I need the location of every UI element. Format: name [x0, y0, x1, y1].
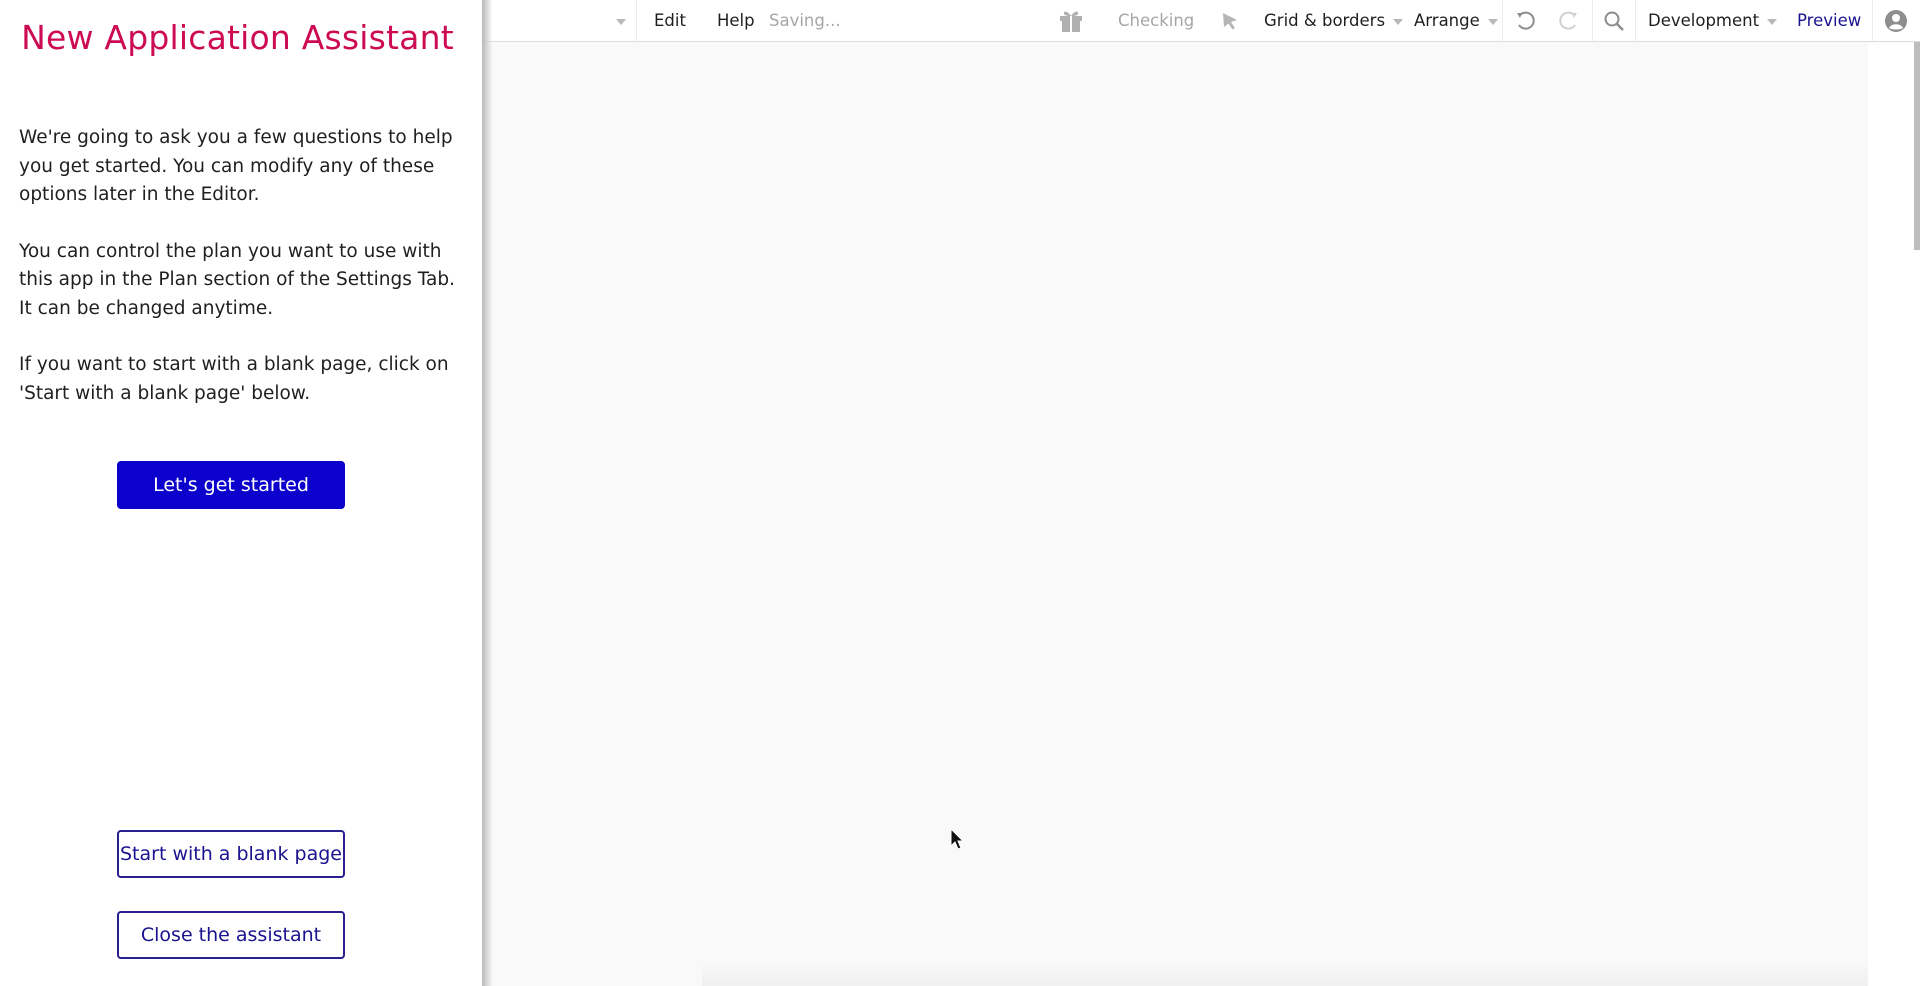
gift-button[interactable] [1058, 0, 1084, 41]
new-application-assistant-panel: New Application Assistant We're going to… [0, 0, 482, 986]
undo-button[interactable] [1514, 0, 1538, 41]
arrange-dropdown[interactable]: Arrange [1414, 0, 1498, 41]
menu-edit[interactable]: Edit [654, 0, 686, 41]
issues-status[interactable]: Checking [1118, 0, 1194, 41]
arrange-label: Arrange [1414, 11, 1480, 30]
assistant-paragraph-blank: If you want to start with a blank page, … [19, 354, 449, 404]
redo-button[interactable] [1556, 0, 1580, 41]
toolbar-divider [1592, 0, 1593, 41]
chevron-down-icon [1767, 19, 1778, 25]
assistant-paragraph-plan: You can control the plan you want to use… [19, 240, 455, 319]
redo-icon [1559, 11, 1577, 30]
panel-shadow [482, 0, 492, 986]
editor-toolbar: Edit Help Saving... Checking Grid & bord… [482, 0, 1920, 42]
toolbar-divider [1872, 0, 1873, 41]
close-assistant-button[interactable]: Close the assistant [117, 911, 345, 959]
chevron-down-icon [1393, 19, 1404, 25]
grid-borders-label: Grid & borders [1264, 11, 1386, 30]
vertical-scrollbar[interactable] [1914, 42, 1920, 250]
assistant-title: New Application Assistant [21, 18, 454, 57]
undo-icon [1517, 11, 1535, 30]
environment-label: Development [1648, 11, 1760, 30]
user-avatar-icon [1885, 9, 1907, 32]
assistant-paragraph-intro: We're going to ask you a few questions t… [19, 127, 453, 205]
assistant-description: We're going to ask you a few questions t… [19, 124, 464, 436]
gift-icon [1060, 11, 1082, 32]
environment-dropdown[interactable]: Development [1648, 0, 1778, 41]
right-rail [1868, 42, 1920, 986]
mouse-cursor-icon [950, 827, 966, 856]
chevron-down-icon [1487, 19, 1498, 25]
save-status: Saving... [769, 11, 841, 30]
search-icon [1604, 11, 1624, 31]
menu-help[interactable]: Help [717, 0, 755, 41]
preview-button[interactable]: Preview [1797, 0, 1861, 41]
editor-canvas[interactable] [482, 42, 1868, 986]
select-mode-button[interactable] [1220, 0, 1240, 41]
account-button[interactable] [1884, 0, 1908, 41]
lets-get-started-button[interactable]: Let's get started [117, 461, 345, 509]
search-button[interactable] [1602, 0, 1626, 41]
toolbar-divider [636, 0, 637, 41]
start-blank-page-button[interactable]: Start with a blank page [117, 830, 345, 878]
canvas-edge [702, 960, 1868, 986]
chevron-down-icon [616, 19, 626, 25]
toolbar-divider [1502, 0, 1503, 41]
toolbar-divider [1635, 0, 1636, 41]
page-selector-dropdown[interactable] [608, 0, 626, 41]
grid-borders-dropdown[interactable]: Grid & borders [1264, 0, 1404, 41]
cursor-arrow-icon [1223, 12, 1237, 29]
